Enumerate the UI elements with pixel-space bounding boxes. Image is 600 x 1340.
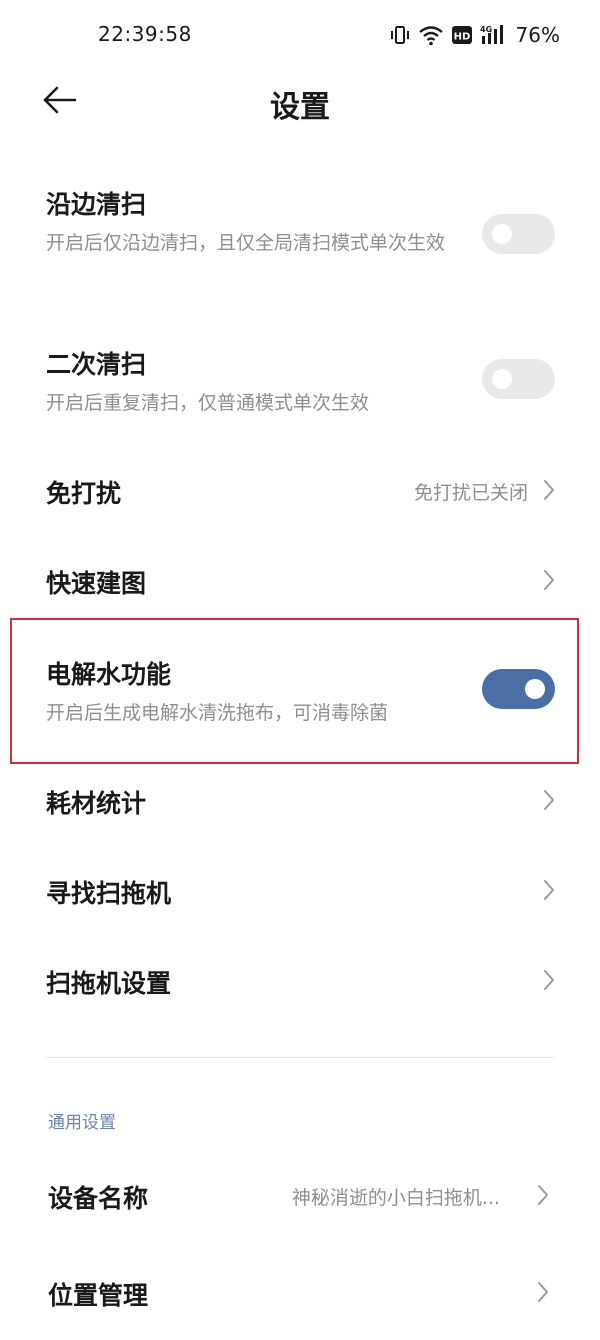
- setting-quick-map[interactable]: 快速建图: [0, 550, 600, 610]
- setting-quick-map-title: 快速建图: [46, 569, 147, 598]
- toggle-knob: [492, 224, 512, 244]
- setting-robot-settings[interactable]: 扫拖机设置: [0, 950, 600, 1010]
- toggle-knob: [525, 679, 545, 699]
- setting-do-not-disturb[interactable]: 免打扰 免打扰已关闭: [0, 460, 600, 520]
- edge-clean-toggle[interactable]: [482, 214, 555, 254]
- setting-location[interactable]: 位置管理: [0, 1262, 600, 1322]
- section-label-general: 通用设置: [48, 1113, 116, 1133]
- setting-second-clean-title: 二次清扫: [46, 350, 147, 379]
- page-title: 设置: [270, 90, 330, 125]
- svg-text:4G: 4G: [480, 25, 492, 34]
- toggle-knob: [492, 369, 512, 389]
- chevron-right-icon: [544, 970, 554, 990]
- status-bar: 22:39:58 HD 4G 76%: [0, 0, 600, 70]
- second-clean-toggle[interactable]: [482, 359, 555, 399]
- section-divider: [45, 1057, 555, 1058]
- chevron-right-icon: [538, 1185, 548, 1205]
- chevron-right-icon: [544, 480, 554, 500]
- chevron-right-icon: [538, 1282, 548, 1302]
- setting-device-name[interactable]: 设备名称 神秘消逝的小白扫拖机...: [0, 1165, 600, 1225]
- battery-level: 76%: [515, 23, 560, 47]
- chevron-right-icon: [544, 570, 554, 590]
- status-icons: HD 4G 76%: [390, 20, 560, 50]
- vibrate-icon: [390, 24, 410, 46]
- setting-find-robot-title: 寻找扫拖机: [46, 879, 172, 908]
- wifi-icon: [418, 24, 444, 46]
- svg-text:HD: HD: [453, 32, 470, 43]
- setting-second-clean-desc: 开启后重复清扫，仅普通模式单次生效: [46, 392, 370, 414]
- setting-consumables[interactable]: 耗材统计: [0, 770, 600, 830]
- electrolyzed-water-toggle[interactable]: [482, 669, 555, 709]
- chevron-right-icon: [544, 790, 554, 810]
- setting-edge-clean-title: 沿边清扫: [46, 190, 147, 219]
- setting-device-name-title: 设备名称: [48, 1184, 149, 1213]
- setting-do-not-disturb-value: 免打扰已关闭: [413, 482, 528, 504]
- setting-edge-clean: 沿边清扫 开启后仅沿边清扫，且仅全局清扫模式单次生效: [0, 180, 600, 300]
- setting-consumables-title: 耗材统计: [46, 789, 147, 818]
- setting-device-name-value: 神秘消逝的小白扫拖机...: [291, 1187, 500, 1209]
- setting-electrolyzed-water-desc: 开启后生成电解水清洗拖布，可消毒除菌: [46, 702, 389, 724]
- setting-location-title: 位置管理: [48, 1281, 149, 1310]
- setting-find-robot[interactable]: 寻找扫拖机: [0, 860, 600, 920]
- hd-icon: HD: [451, 26, 472, 44]
- setting-edge-clean-desc: 开启后仅沿边清扫，且仅全局清扫模式单次生效: [46, 232, 446, 254]
- chevron-right-icon: [544, 880, 554, 900]
- status-time: 22:39:58: [98, 22, 192, 46]
- signal-4g-icon: 4G: [480, 24, 508, 46]
- setting-electrolyzed-water: 电解水功能 开启后生成电解水清洗拖布，可消毒除菌: [0, 650, 600, 740]
- setting-electrolyzed-water-title: 电解水功能: [46, 660, 172, 689]
- setting-do-not-disturb-title: 免打扰: [46, 479, 122, 508]
- setting-second-clean: 二次清扫 开启后重复清扫，仅普通模式单次生效: [0, 340, 600, 430]
- setting-robot-settings-title: 扫拖机设置: [46, 969, 172, 998]
- header: 设置: [0, 70, 600, 130]
